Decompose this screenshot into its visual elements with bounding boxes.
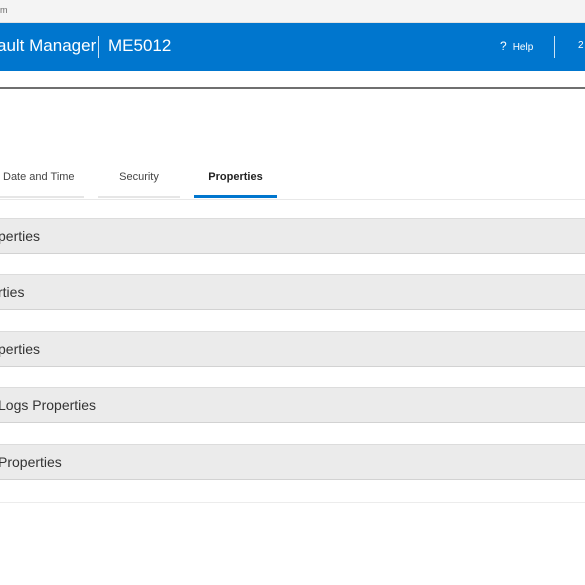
user-menu[interactable]: 2 — [578, 40, 584, 51]
tab-label: Properties — [208, 171, 263, 183]
header-divider-line — [0, 87, 585, 89]
browser-address-bar[interactable]: m — [0, 0, 585, 23]
header-divider — [98, 36, 99, 58]
help-button[interactable]: ? Help — [500, 39, 533, 53]
settings-tabs: Date and Time Security Properties — [0, 160, 585, 200]
properties-section[interactable]: perties — [0, 331, 585, 367]
tab-underline — [98, 196, 180, 198]
system-name: ME5012 — [108, 36, 172, 55]
app-title: ault Manager — [0, 36, 97, 55]
header-divider-right — [554, 36, 555, 58]
tab-label: Security — [119, 171, 159, 183]
section-title: Properties — [0, 454, 62, 470]
tab-properties[interactable]: Properties — [194, 160, 277, 200]
tab-underline — [0, 196, 84, 198]
content-divider — [0, 502, 585, 503]
help-label: Help — [512, 42, 534, 53]
logs-properties-section[interactable]: Logs Properties — [0, 387, 585, 423]
properties-section[interactable]: rties — [0, 274, 585, 310]
properties-section[interactable]: perties — [0, 218, 585, 254]
help-icon: ? — [500, 39, 507, 53]
tab-label: Date and Time — [3, 171, 75, 183]
section-title: rties — [0, 284, 25, 300]
section-title: perties — [0, 341, 41, 357]
browser-url-text: m — [0, 5, 8, 15]
section-title: perties — [0, 228, 41, 244]
properties-section[interactable]: Properties — [0, 444, 585, 480]
tab-security[interactable]: Security — [98, 160, 180, 200]
tabs-divider — [0, 199, 585, 200]
section-title: Logs Properties — [0, 397, 97, 413]
tab-active-indicator — [194, 195, 277, 198]
app-header: ault Manager ME5012 ? Help 2 — [0, 23, 585, 71]
tab-date-and-time[interactable]: Date and Time — [0, 160, 84, 200]
app-window: m ault Manager ME5012 ? Help 2 Date and T… — [0, 0, 585, 585]
